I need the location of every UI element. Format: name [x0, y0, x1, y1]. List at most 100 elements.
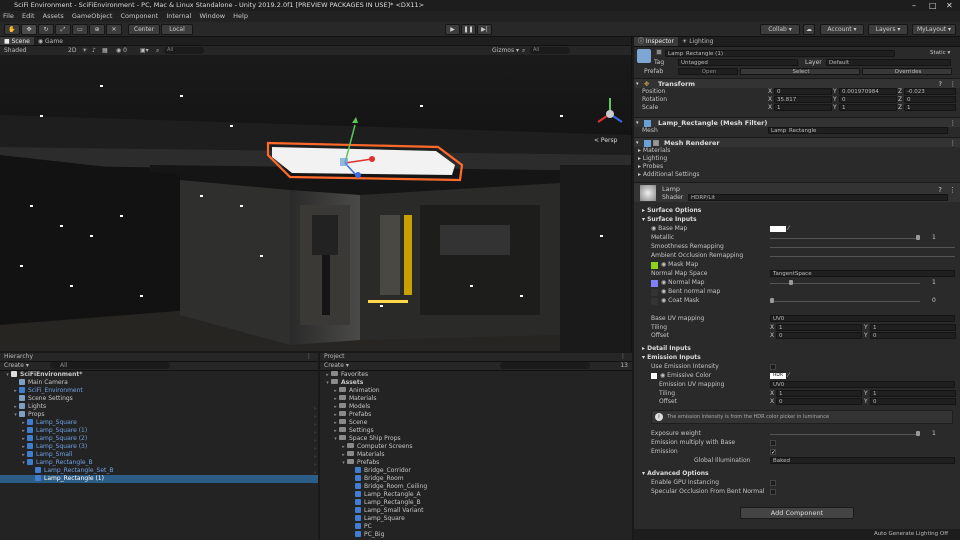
context-menu-icon[interactable]: ⋮ [949, 186, 956, 194]
project-item[interactable]: Bridge_Room [320, 475, 632, 483]
z-field[interactable]: 1 [904, 104, 956, 111]
scale-tool-icon[interactable]: ⤢ [55, 24, 71, 35]
bent-normal-thumbnail[interactable] [651, 289, 658, 296]
pause-icon[interactable]: ❚❚ [461, 24, 476, 35]
rotate-tool-icon[interactable]: ↻ [38, 24, 54, 35]
lighting-toggle-icon[interactable]: ☀ [82, 46, 87, 55]
metallic-knob[interactable] [916, 235, 920, 240]
play-icon[interactable]: ▶ [445, 24, 460, 35]
advanced-options-section[interactable]: ▾ Advanced Options [642, 470, 709, 477]
prefab-select-button[interactable]: Select [740, 68, 860, 75]
expand-arrow-icon[interactable]: ▸ [20, 427, 27, 435]
expand-arrow-icon[interactable]: ▸ [332, 427, 339, 435]
expand-arrow-icon[interactable]: ▸ [20, 419, 27, 427]
emission-offset-x-field[interactable]: 0 [776, 398, 862, 405]
project-create-button[interactable]: Create ▾ [320, 362, 349, 369]
tab-lighting[interactable]: ☀ Lighting [678, 37, 718, 46]
hierarchy-item[interactable]: ▾ SciFiEnvironment* [0, 371, 318, 379]
expand-arrow-icon[interactable]: ▾ [324, 379, 331, 387]
y-field[interactable]: 0.001970984 [839, 88, 897, 95]
close-icon[interactable]: ✕ [946, 0, 953, 11]
project-item[interactable]: Lamp_Small Variant [320, 507, 632, 515]
static-dropdown[interactable]: Static ▾ [930, 50, 950, 56]
emission-uv-dropdown[interactable]: UV0 [770, 381, 955, 388]
hierarchy-item[interactable]: ▾ Props [0, 411, 318, 419]
emission-tiling-y-field[interactable]: 1 [870, 390, 956, 397]
layer-dropdown[interactable]: Default [826, 59, 951, 66]
tab-inspector[interactable]: ⓘ Inspector [634, 37, 678, 46]
prefab-open-button[interactable]: Open [678, 68, 738, 75]
expand-arrow-icon[interactable]: ▾ [340, 459, 347, 467]
hierarchy-search-input[interactable]: All [50, 362, 170, 369]
emission-tiling-x-field[interactable]: 1 [776, 390, 862, 397]
tab-game[interactable]: ◉ Game [34, 37, 67, 45]
hierarchy-item[interactable]: ▸ Lamp_Square [0, 419, 318, 427]
hierarchy-item[interactable]: ▸ Lamp_Square (3) [0, 443, 318, 451]
mr-additional[interactable]: ▸ Additional Settings [634, 171, 960, 179]
mask-map-thumbnail[interactable] [651, 262, 658, 269]
coat-mask-thumbnail[interactable] [651, 298, 658, 305]
project-item[interactable]: ▸ Favorites [320, 371, 632, 379]
expand-arrow-icon[interactable]: ▸ [324, 371, 331, 379]
project-item[interactable]: ▸ Settings [320, 427, 632, 435]
tag-dropdown[interactable]: Untagged [678, 59, 798, 66]
x-field[interactable]: 1 [774, 104, 832, 111]
project-item[interactable]: ▸ Animation [320, 387, 632, 395]
project-item[interactable]: ▸ Computer Screens [320, 443, 632, 451]
step-icon[interactable]: ▶| [477, 24, 492, 35]
expand-arrow-icon[interactable]: ▾ [20, 459, 27, 467]
normal-value[interactable]: 1 [932, 279, 936, 287]
hierarchy-item[interactable]: Lamp_Rectangle (1) [0, 475, 318, 483]
normal-space-dropdown[interactable]: TangentSpace [770, 270, 955, 277]
minimize-icon[interactable]: – [912, 0, 916, 11]
scene-view[interactable]: ■ Scene ◉ Game Shaded 2D ☀ ♪ ▦ ◉ 0 ▣▾ ⌕ A… [0, 37, 632, 351]
hierarchy-item[interactable]: Lamp_Rectangle_Set_B [0, 467, 318, 475]
ao-slider[interactable] [770, 256, 955, 257]
z-field[interactable]: -0.023 [904, 88, 956, 95]
cloud-icon[interactable]: ☁ [803, 24, 815, 35]
scene-search-input[interactable]: All [164, 47, 204, 54]
hierarchy-item[interactable]: ▸ Lamp_Square (1) [0, 427, 318, 435]
expand-arrow-icon[interactable]: ▸ [332, 411, 339, 419]
audio-toggle-icon[interactable]: ♪ [92, 46, 96, 55]
project-item[interactable]: Lamp_Rectangle_B [320, 499, 632, 507]
hierarchy-create-button[interactable]: Create ▾ [0, 362, 29, 369]
normal-strength-knob[interactable] [789, 280, 793, 285]
project-item[interactable]: ▾ Assets [320, 379, 632, 387]
expand-arrow-icon[interactable]: ▸ [12, 403, 19, 411]
eyedropper-icon[interactable]: ⁄ [788, 225, 789, 233]
menu-help[interactable]: Help [233, 12, 248, 20]
project-item[interactable]: ▸ Scene [320, 419, 632, 427]
project-item[interactable]: ▾ Prefabs [320, 459, 632, 467]
expand-arrow-icon[interactable]: ▸ [20, 435, 27, 443]
mr-materials[interactable]: ▸ Materials [634, 147, 960, 155]
rect-tool-icon[interactable]: ▭ [72, 24, 88, 35]
surface-inputs-section[interactable]: ▾ Surface Inputs [642, 216, 697, 223]
hierarchy-item[interactable]: ▸ SciFi_Environment [0, 387, 318, 395]
meshrenderer-header[interactable]: ▾ Mesh Renderer ⋮ [634, 137, 960, 147]
coat-mask-slider[interactable] [770, 301, 920, 302]
menu-gameobject[interactable]: GameObject [72, 12, 113, 20]
hierarchy-item[interactable]: Scene Settings [0, 395, 318, 403]
normal-map-thumbnail[interactable] [651, 280, 658, 287]
expand-arrow-icon[interactable]: ▸ [20, 451, 27, 459]
exposure-weight-knob[interactable] [916, 431, 920, 436]
tiling-y-field[interactable]: 1 [870, 324, 956, 331]
hand-tool-icon[interactable]: ✋ [4, 24, 20, 35]
exposure-weight-value[interactable]: 1 [932, 430, 936, 438]
material-header[interactable]: Lamp Shader HDRP/Lit ? ⋮ [634, 182, 960, 202]
custom-tool-icon[interactable]: ✕ [106, 24, 122, 35]
project-item[interactable]: Bridge_Corridor [320, 467, 632, 475]
project-item[interactable]: ▸ Prefabs [320, 411, 632, 419]
menu-window[interactable]: Window [199, 12, 225, 20]
hierarchy-item[interactable]: ▸ Lamp_Small [0, 451, 318, 459]
exposure-weight-slider[interactable] [770, 434, 920, 435]
project-item[interactable]: PC [320, 523, 632, 531]
menu-assets[interactable]: Assets [43, 12, 64, 20]
expand-arrow-icon[interactable]: ▸ [340, 443, 347, 451]
surface-options-section[interactable]: ▸ Surface Options [642, 207, 701, 214]
expand-arrow-icon[interactable]: ▾ [12, 411, 19, 419]
expand-arrow-icon[interactable]: ▾ [4, 371, 11, 379]
y-field[interactable]: 0 [839, 96, 897, 103]
offset-y-field[interactable]: 0 [870, 332, 956, 339]
